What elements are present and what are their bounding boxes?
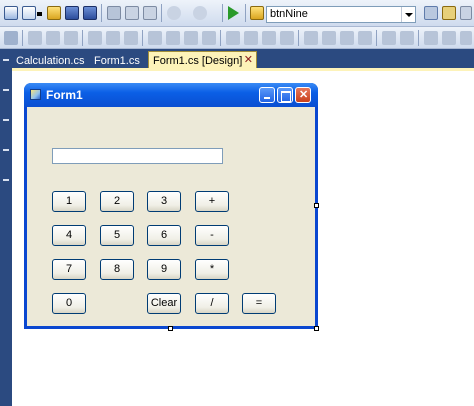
button-6[interactable]: 6 <box>147 225 181 246</box>
ide-window: btnNine Calculation.cs Form1.cs Form1.cs… <box>0 0 474 406</box>
align-middles-icon[interactable] <box>106 31 120 45</box>
layout-toolbar <box>0 27 474 49</box>
dock-tab-marker <box>3 149 9 151</box>
dock-tab-marker <box>3 119 9 121</box>
horizontal-spacing-increase-icon[interactable] <box>244 31 258 45</box>
left-dock-strip[interactable] <box>0 49 12 406</box>
cut-icon[interactable] <box>107 6 121 20</box>
align-tops-icon[interactable] <box>88 31 102 45</box>
open-icon[interactable] <box>47 6 61 20</box>
chevron-down-icon[interactable] <box>37 12 42 16</box>
button-1[interactable]: 1 <box>52 191 86 212</box>
form-icon <box>30 89 41 100</box>
button-0[interactable]: 0 <box>52 293 86 314</box>
button-2[interactable]: 2 <box>100 191 134 212</box>
button-4[interactable]: 4 <box>52 225 86 246</box>
button-equals[interactable]: = <box>242 293 276 314</box>
toolbar-separator <box>220 30 221 46</box>
button-9[interactable]: 9 <box>147 259 181 280</box>
find-icon[interactable] <box>424 6 438 20</box>
button-plus[interactable]: + <box>195 191 229 212</box>
redo-icon[interactable] <box>193 6 207 20</box>
close-icon[interactable]: ✕ <box>244 55 253 66</box>
make-same-size-icon[interactable] <box>184 31 198 45</box>
properties-icon[interactable] <box>460 6 472 20</box>
button-multiply[interactable]: * <box>195 259 229 280</box>
find-in-files-icon[interactable] <box>250 6 264 20</box>
form-titlebar[interactable]: Form1 <box>24 83 318 107</box>
undo-icon[interactable] <box>167 6 181 20</box>
make-same-width-icon[interactable] <box>148 31 162 45</box>
resize-handle-right[interactable] <box>314 203 319 208</box>
standard-toolbar: btnNine <box>0 0 474 27</box>
toolbar-separator <box>418 30 419 46</box>
vertical-spacing-equal-icon[interactable] <box>304 31 318 45</box>
form-window[interactable]: Form1 1 2 3 + 4 5 6 - 7 8 9 * 0 Clear / … <box>24 83 318 329</box>
close-button[interactable] <box>295 87 311 103</box>
button-8[interactable]: 8 <box>100 259 134 280</box>
resize-handle-bottom[interactable] <box>168 326 173 331</box>
dock-tab-marker <box>3 59 9 61</box>
solution-explorer-icon[interactable] <box>442 6 456 20</box>
button-5[interactable]: 5 <box>100 225 134 246</box>
chevron-down-icon[interactable] <box>401 7 415 22</box>
toolbar-separator <box>101 4 102 22</box>
display-textbox[interactable] <box>52 148 223 164</box>
vertical-spacing-increase-icon[interactable] <box>322 31 336 45</box>
document-tab-strip: Calculation.cs Form1.cs Form1.cs [Design… <box>12 49 474 70</box>
find-combo-value: btnNine <box>270 8 308 20</box>
size-to-grid-icon[interactable] <box>202 31 216 45</box>
center-vertically-icon[interactable] <box>400 31 414 45</box>
paste-icon[interactable] <box>143 6 157 20</box>
copy-icon[interactable] <box>125 6 139 20</box>
send-to-back-icon[interactable] <box>442 31 456 45</box>
add-item-icon[interactable] <box>22 6 36 20</box>
toolbar-separator <box>161 4 162 22</box>
button-minus[interactable]: - <box>195 225 229 246</box>
dock-tab-marker <box>3 89 9 91</box>
horizontal-spacing-remove-icon[interactable] <box>280 31 294 45</box>
toolbar-separator <box>222 4 223 22</box>
dock-tab-marker <box>3 179 9 181</box>
toolbar-separator <box>82 30 83 46</box>
new-project-icon[interactable] <box>4 6 18 20</box>
toolbar-separator <box>22 30 23 46</box>
vertical-spacing-remove-icon[interactable] <box>358 31 372 45</box>
make-same-height-icon[interactable] <box>166 31 180 45</box>
align-bottoms-icon[interactable] <box>124 31 138 45</box>
save-all-icon[interactable] <box>83 6 97 20</box>
center-horizontally-icon[interactable] <box>382 31 396 45</box>
tab-form1-design-label: Form1.cs [Design] <box>153 55 243 67</box>
button-divide[interactable]: / <box>195 293 229 314</box>
form-client-area: 1 2 3 + 4 5 6 - 7 8 9 * 0 Clear / = <box>27 107 315 326</box>
toolbar-separator <box>376 30 377 46</box>
resize-handle-bottom-right[interactable] <box>314 326 319 331</box>
clear-button[interactable]: Clear <box>147 293 181 314</box>
toolbar-separator <box>142 30 143 46</box>
horizontal-spacing-equal-icon[interactable] <box>226 31 240 45</box>
save-icon[interactable] <box>65 6 79 20</box>
start-debug-icon[interactable] <box>228 6 239 20</box>
bring-to-front-icon[interactable] <box>424 31 438 45</box>
toolbar-separator <box>245 4 246 22</box>
align-grid-icon[interactable] <box>4 31 18 45</box>
tab-order-icon[interactable] <box>460 31 472 45</box>
find-combo-box[interactable]: btnNine <box>266 6 416 23</box>
button-7[interactable]: 7 <box>52 259 86 280</box>
align-lefts-icon[interactable] <box>28 31 42 45</box>
horizontal-spacing-decrease-icon[interactable] <box>262 31 276 45</box>
form-title: Form1 <box>46 88 83 102</box>
maximize-button[interactable] <box>277 87 293 103</box>
minimize-button[interactable] <box>259 87 275 103</box>
vertical-spacing-decrease-icon[interactable] <box>340 31 354 45</box>
align-rights-icon[interactable] <box>64 31 78 45</box>
align-centers-icon[interactable] <box>46 31 60 45</box>
button-3[interactable]: 3 <box>147 191 181 212</box>
toolbar-separator <box>298 30 299 46</box>
